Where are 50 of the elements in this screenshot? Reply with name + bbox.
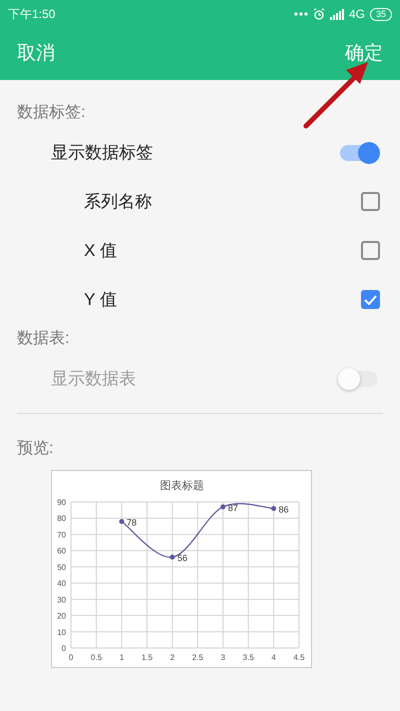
toggle-switch[interactable] <box>338 142 380 164</box>
confirm-button[interactable]: 确定 <box>345 40 383 68</box>
checkbox[interactable] <box>361 192 380 211</box>
data-point <box>170 554 175 560</box>
y-tick-label: 30 <box>57 595 66 604</box>
option-label: Y 值 <box>84 288 117 311</box>
data-label: 56 <box>177 553 188 564</box>
data-point <box>119 518 124 524</box>
data-label: 86 <box>278 504 289 514</box>
y-tick-label: 10 <box>57 628 66 637</box>
y-tick-label: 50 <box>57 562 66 572</box>
data-label: 78 <box>126 517 137 528</box>
x-tick-label: 4 <box>271 653 276 662</box>
x-tick-label: 1 <box>119 653 124 662</box>
x-tick-label: 2.5 <box>192 653 204 662</box>
network-type: 4G <box>348 6 365 23</box>
section-title: 数据标签: <box>17 103 86 123</box>
alarm-icon <box>312 8 325 20</box>
battery-icon: 35 <box>370 8 392 20</box>
option-label: X 值 <box>84 240 118 262</box>
option-label: 显示数据标签 <box>51 142 153 164</box>
cancel-button[interactable]: 取消 <box>17 40 55 68</box>
y-tick-label: 0 <box>62 644 66 653</box>
section-title: 预览: <box>17 439 54 459</box>
x-tick-label: 3.5 <box>242 653 254 662</box>
data-point <box>271 506 276 511</box>
option-label: 显示数据表 <box>51 368 136 390</box>
x-tick-label: 0 <box>68 653 74 662</box>
y-tick-label: 80 <box>57 514 66 524</box>
x-tick-label: 0.5 <box>90 653 102 662</box>
checkmark-icon <box>364 294 377 304</box>
y-tick-label: 70 <box>57 530 66 540</box>
x-tick-label: 1.5 <box>141 653 153 662</box>
x-tick-label: 3 <box>220 653 226 662</box>
y-tick-label: 90 <box>57 498 66 507</box>
option-label: 系列名称 <box>84 190 152 213</box>
y-tick-label: 40 <box>57 579 66 588</box>
x-tick-label: 4.5 <box>293 653 305 662</box>
x-tick-label: 2 <box>170 653 175 662</box>
more-dots-icon <box>294 12 308 16</box>
checkbox[interactable] <box>361 290 380 309</box>
signal-icon <box>330 8 344 20</box>
y-tick-label: 20 <box>57 612 66 621</box>
y-tick-label: 60 <box>57 546 66 556</box>
status-time: 下午1:50 <box>8 6 56 23</box>
section-title: 数据表: <box>17 328 70 349</box>
data-label: 87 <box>228 502 238 513</box>
chart-title: 图表标题 <box>160 480 204 492</box>
data-point <box>220 504 226 510</box>
checkbox[interactable] <box>361 241 380 260</box>
